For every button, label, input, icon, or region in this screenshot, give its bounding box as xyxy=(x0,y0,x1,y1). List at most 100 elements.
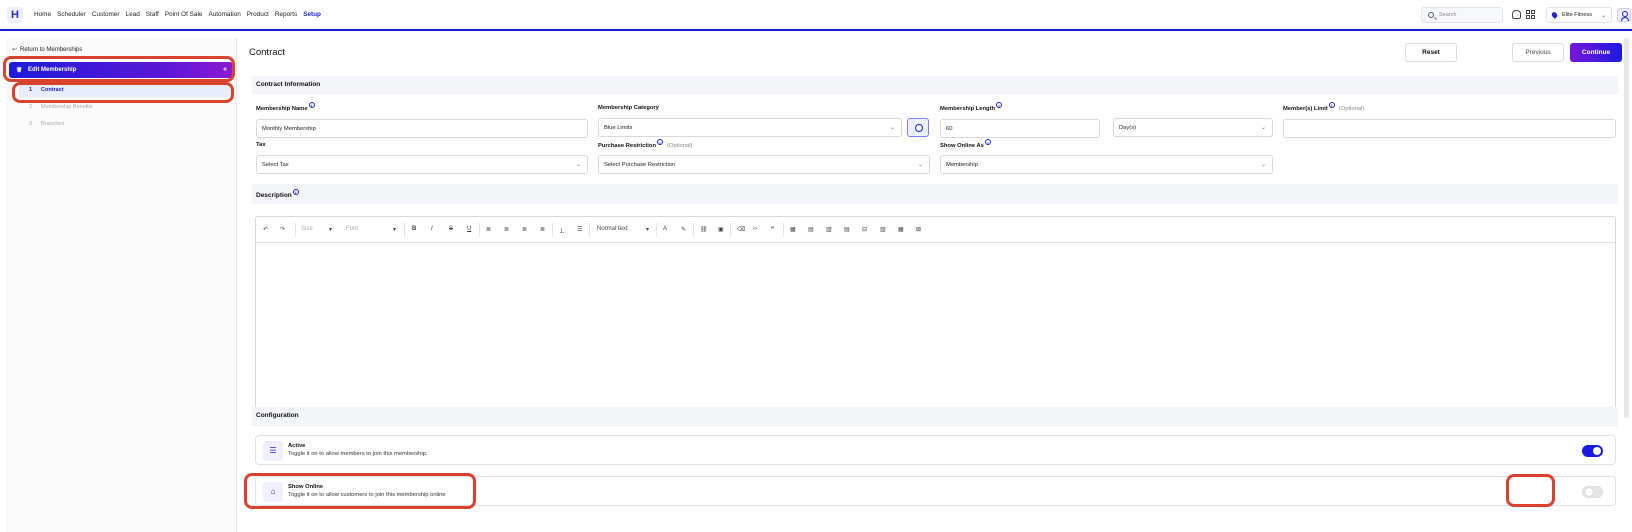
top-nav-bar: H Home Scheduler Customer Lead Staff Poi… xyxy=(0,0,1632,31)
membership-category-select[interactable]: Blue Limits ⌄ xyxy=(598,118,902,137)
text-style-select[interactable]: Normal text xyxy=(597,226,628,232)
show-online-toggle[interactable] xyxy=(1582,486,1603,498)
optional-tag: (Optional) xyxy=(667,142,693,149)
step-branches[interactable]: 3 Branches xyxy=(19,117,231,131)
active-toggle[interactable] xyxy=(1582,445,1603,457)
description-section-title: Description i xyxy=(252,184,1618,204)
user-avatar-icon[interactable] xyxy=(1617,8,1631,22)
info-icon[interactable]: i xyxy=(984,139,991,145)
info-icon[interactable]: i xyxy=(657,139,663,145)
search-placeholder: Search xyxy=(1439,12,1457,18)
nav-item-scheduler[interactable]: Scheduler xyxy=(57,11,86,18)
chevron-down-icon: ⌄ xyxy=(1600,13,1606,19)
tax-label: Tax xyxy=(256,142,266,148)
table-split-icon[interactable]: ⊟ xyxy=(862,226,867,233)
font-select[interactable]: Font xyxy=(346,226,358,232)
image-icon[interactable]: ▣ xyxy=(718,226,724,233)
show-online-as-value: Membership xyxy=(946,162,978,168)
reset-button[interactable]: Reset xyxy=(1405,43,1457,62)
show-online-config-card: ⌂ Show Online Toggle it on to allow cust… xyxy=(255,476,1616,506)
nav-item-lead[interactable]: Lead xyxy=(126,11,140,18)
members-limit-input[interactable] xyxy=(1283,119,1616,138)
search-icon xyxy=(1428,12,1434,18)
purchase-restriction-value: Select Purchase Restriction xyxy=(604,162,676,168)
chevron-down-icon: ▾ xyxy=(329,227,333,233)
nav-item-product[interactable]: Product xyxy=(247,11,269,18)
nav-item-point-of-sale[interactable]: Point Of Sale xyxy=(165,11,203,18)
table-delete-col-icon[interactable]: ▦ xyxy=(898,226,904,233)
chevron-down-icon: ⌄ xyxy=(1260,162,1266,168)
table-delete-row-icon[interactable]: ▥ xyxy=(880,226,886,233)
ordered-list-icon[interactable]: ⒈ xyxy=(559,226,565,235)
redo-icon[interactable]: ↷ xyxy=(280,226,285,233)
search-input[interactable]: Search xyxy=(1421,7,1503,23)
purchase-restriction-label: Purchase Restrictioni(Optional) xyxy=(598,139,693,149)
nav-item-customer[interactable]: Customer xyxy=(92,11,120,18)
table-row-icon[interactable]: ▤ xyxy=(808,226,814,233)
show-online-as-label: Show Online Asi xyxy=(940,139,991,149)
previous-button[interactable]: Previous xyxy=(1512,43,1564,62)
link-icon[interactable]: ⛓ xyxy=(700,226,708,233)
location-selector[interactable]: Elite Fitness ⌄ xyxy=(1546,7,1612,23)
info-icon[interactable]: i xyxy=(1328,102,1335,108)
membership-length-unit-select[interactable]: Day(s) ⌄ xyxy=(1113,118,1273,137)
membership-name-input[interactable]: Monthly Membership xyxy=(256,119,588,138)
info-icon[interactable]: i xyxy=(292,189,299,195)
chevron-down-icon: ▾ xyxy=(646,227,650,233)
nav-item-automation[interactable]: Automation xyxy=(208,11,240,18)
apps-grid-icon[interactable] xyxy=(1526,10,1535,19)
text-color-icon[interactable]: A xyxy=(663,226,667,232)
membership-length-label: Membership Lengthi xyxy=(940,102,1003,112)
underline-button[interactable]: U xyxy=(467,226,471,232)
quote-icon[interactable]: ❞ xyxy=(771,226,774,233)
description-editor[interactable]: ↶ ↷ Size ▾ Font ▾ B I S U ≣ ≣ ≣ ≣ ⒈ ☰ No… xyxy=(255,216,1616,409)
step-membership-benefits[interactable]: 2 Membership Benefits xyxy=(19,100,231,114)
align-left-icon[interactable]: ≣ xyxy=(486,226,491,233)
nav-item-home[interactable]: Home xyxy=(34,11,51,18)
table-insert-icon[interactable]: ▦ xyxy=(790,226,796,233)
chevron-down-icon: ⌄ xyxy=(889,125,895,131)
strikethrough-button[interactable]: S xyxy=(449,226,453,232)
tax-select[interactable]: Select Tax ⌄ xyxy=(256,155,588,174)
edit-membership-label: Edit Membership xyxy=(28,67,77,73)
code-icon[interactable]: ‹› xyxy=(753,226,757,232)
nav-item-setup[interactable]: Setup xyxy=(303,11,321,18)
membership-length-input[interactable]: 60 xyxy=(940,119,1100,138)
collapse-icon[interactable]: « xyxy=(223,66,227,73)
info-icon[interactable]: i xyxy=(308,102,315,108)
info-icon[interactable]: i xyxy=(996,102,1003,108)
members-limit-label: Member(s) Limiti(Optional) xyxy=(1283,102,1365,112)
step-contract[interactable]: 1 Contract xyxy=(19,83,231,97)
show-online-as-select[interactable]: Membership ⌄ xyxy=(940,155,1273,174)
undo-icon[interactable]: ↶ xyxy=(263,226,268,233)
eraser-icon[interactable]: ⌫ xyxy=(737,226,745,233)
step-number: 3 xyxy=(29,121,33,127)
highlight-pen-icon[interactable]: ✎ xyxy=(681,226,686,233)
nav-item-reports[interactable]: Reports xyxy=(275,11,297,18)
italic-button[interactable]: I xyxy=(431,226,433,232)
edit-membership-header[interactable]: ♕ Edit Membership « xyxy=(9,62,233,78)
length-unit-value: Day(s) xyxy=(1119,125,1137,131)
align-justify-icon[interactable]: ≣ xyxy=(540,226,545,233)
purchase-restriction-select[interactable]: Select Purchase Restriction ⌄ xyxy=(598,155,930,174)
page-scrollbar[interactable] xyxy=(1624,38,1629,418)
table-merge-icon[interactable]: ▤ xyxy=(844,226,850,233)
step-label: Contract xyxy=(41,87,64,93)
table-delete-icon[interactable]: ⊠ xyxy=(916,226,921,233)
continue-button[interactable]: Continue xyxy=(1570,43,1622,62)
bell-icon[interactable] xyxy=(1512,10,1521,19)
chevron-down-icon: ⌄ xyxy=(917,162,923,168)
align-center-icon[interactable]: ≣ xyxy=(504,226,509,233)
table-col-icon[interactable]: ▥ xyxy=(826,226,832,233)
active-config-card: ☰ Active Toggle it on to allow members t… xyxy=(255,435,1616,465)
align-right-icon[interactable]: ≣ xyxy=(522,226,527,233)
app-logo[interactable]: H xyxy=(7,7,23,23)
step-number: 1 xyxy=(29,87,33,93)
size-select[interactable]: Size xyxy=(301,226,313,232)
bold-button[interactable]: B xyxy=(412,226,416,232)
return-to-memberships-link[interactable]: ↩ Return to Memberships xyxy=(12,46,82,53)
nav-item-staff[interactable]: Staff xyxy=(146,11,159,18)
category-info-button[interactable] xyxy=(907,118,929,137)
bullet-list-icon[interactable]: ☰ xyxy=(577,226,582,233)
membership-category-value: Blue Limits xyxy=(604,125,633,131)
